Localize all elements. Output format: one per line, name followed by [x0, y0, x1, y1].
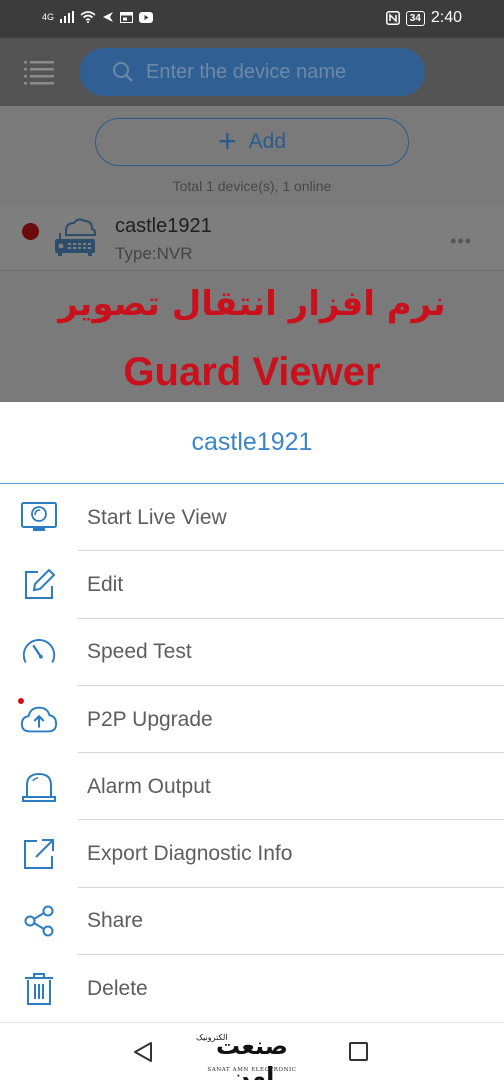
- recents-icon[interactable]: [349, 1042, 368, 1061]
- youtube-icon: [139, 11, 154, 23]
- clock: 2:40: [430, 9, 462, 26]
- online-status-dot: [22, 223, 39, 240]
- search-bar[interactable]: [80, 48, 425, 96]
- network-type: 4G: [42, 12, 55, 22]
- menu-item-delete[interactable]: Delete: [0, 955, 504, 1022]
- wifi-icon: [80, 11, 96, 23]
- trash-icon: [20, 970, 58, 1008]
- device-summary: Total 1 device(s), 1 online: [172, 178, 332, 194]
- device-type: Type:NVR: [115, 244, 193, 263]
- watermark-logo: الکترونیک صنعت امن SANAT AMN ELECTRONIC: [196, 1031, 308, 1080]
- back-icon[interactable]: [132, 1041, 154, 1063]
- device-row[interactable]: castle1921 Type:NVR •••: [0, 205, 504, 271]
- plus-icon: +: [217, 122, 237, 159]
- menu-item-p2p-upgrade[interactable]: P2P Upgrade: [0, 686, 504, 754]
- send-icon: [103, 12, 114, 22]
- menu-item-alarm-output[interactable]: Alarm Output: [0, 753, 504, 821]
- device-action-sheet: castle1921 Start Live View Edit Speed Te…: [0, 402, 504, 1022]
- menu-item-export-diagnostic[interactable]: Export Diagnostic Info: [0, 820, 504, 888]
- alarm-light-icon: [20, 768, 58, 806]
- speedometer-icon: [20, 633, 58, 671]
- cloud-upload-icon: [20, 701, 58, 739]
- menu-label: Share: [87, 909, 144, 933]
- system-nav-bar: الکترونیک صنعت امن SANAT AMN ELECTRONIC: [0, 1022, 504, 1080]
- menu-item-edit[interactable]: Edit: [0, 551, 504, 619]
- add-label: Add: [248, 130, 287, 153]
- export-icon: [20, 835, 58, 873]
- menu-label: Delete: [87, 976, 148, 1000]
- status-icons-right: 34 2:40: [385, 9, 462, 27]
- sheet-title: castle1921: [0, 402, 504, 484]
- signal-icon: [60, 11, 75, 23]
- add-device-button[interactable]: + Add: [95, 118, 409, 166]
- live-view-icon: [20, 499, 58, 537]
- more-options-icon[interactable]: •••: [450, 231, 472, 252]
- menu-label: Edit: [87, 572, 124, 596]
- menu-item-share[interactable]: Share: [0, 888, 504, 956]
- device-name: castle1921: [115, 215, 212, 237]
- menu-label: Speed Test: [87, 640, 192, 664]
- nfc-icon: [385, 11, 400, 25]
- menu-label: Export Diagnostic Info: [87, 842, 293, 866]
- menu-label: Start Live View: [87, 505, 227, 529]
- menu-label: Alarm Output: [87, 774, 211, 798]
- menu-item-speed-test[interactable]: Speed Test: [0, 619, 504, 686]
- status-icons-left: 4G: [42, 11, 154, 23]
- app-header: [0, 38, 504, 106]
- hamburger-menu-icon[interactable]: [24, 59, 54, 85]
- window-icon: [120, 11, 134, 23]
- watermark-english-text: SANAT AMN ELECTRONIC: [207, 1067, 297, 1073]
- menu-item-start-live-view[interactable]: Start Live View: [0, 484, 504, 552]
- search-icon: [113, 62, 133, 82]
- battery-indicator: 34: [405, 10, 425, 26]
- menu-label: P2P Upgrade: [87, 707, 213, 731]
- search-input[interactable]: [146, 60, 406, 84]
- overlay-persian-title: نرم افزار انتقال تصویر: [58, 284, 446, 324]
- status-bar: 4G 34 2:40: [0, 0, 504, 38]
- edit-icon: [20, 566, 58, 604]
- nvr-device-icon: [55, 218, 97, 256]
- device-list-area: + Add Total 1 device(s), 1 online castle…: [0, 106, 504, 402]
- share-icon: [20, 902, 58, 940]
- overlay-english-title: Guard Viewer: [123, 350, 381, 394]
